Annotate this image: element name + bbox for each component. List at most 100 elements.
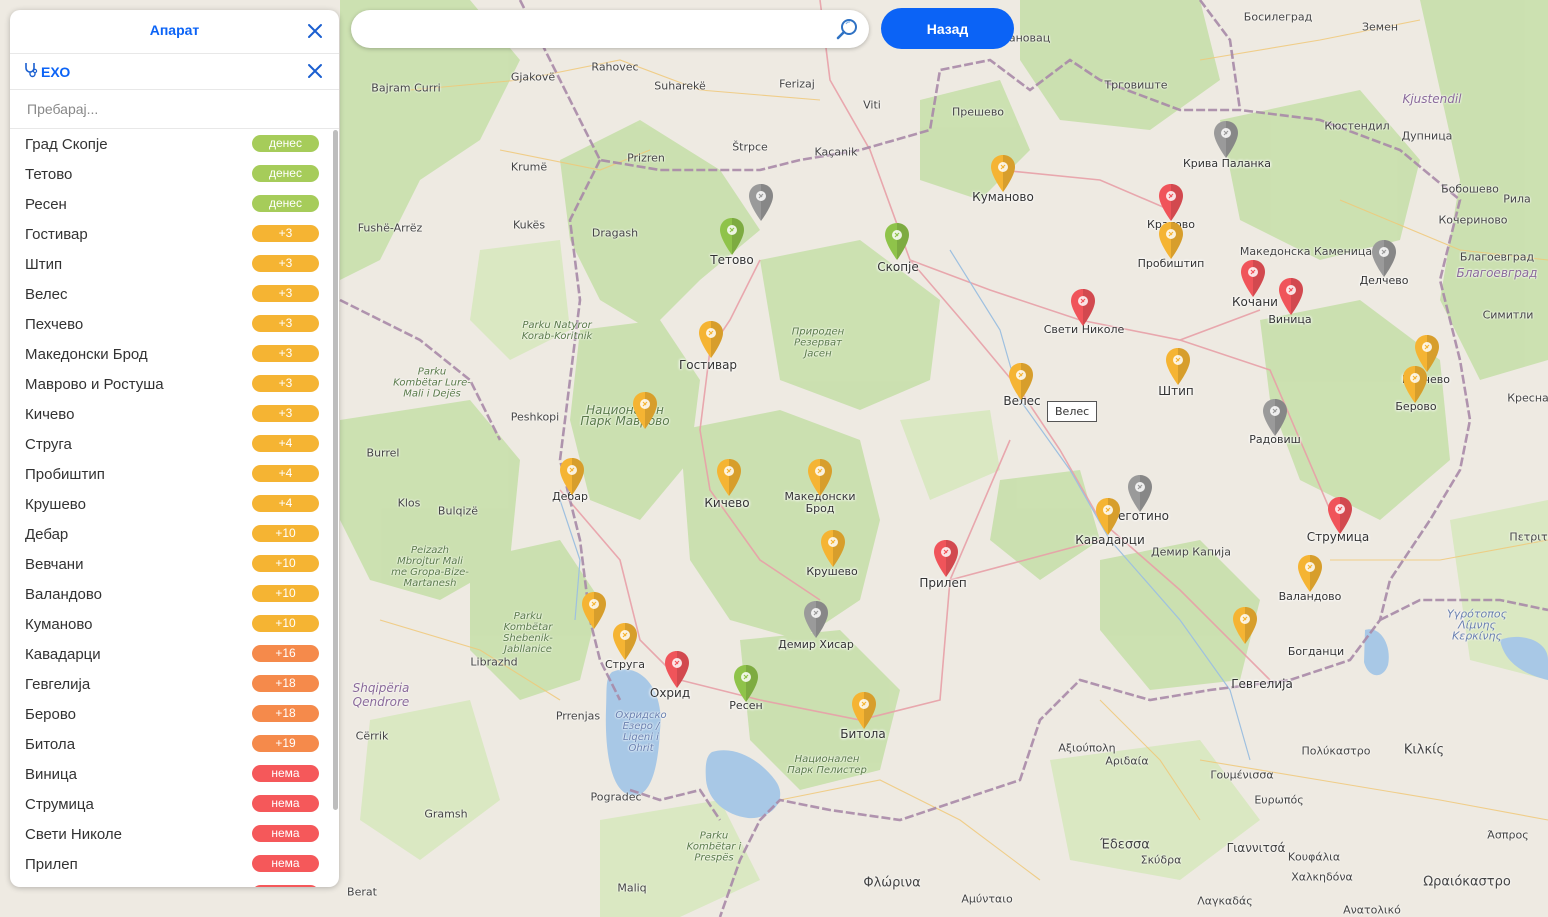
location-name: Прилеп [25, 856, 78, 873]
map-pin-krushevo[interactable] [820, 529, 846, 569]
location-search-input[interactable] [25, 90, 319, 128]
map-pin-resen[interactable] [733, 664, 759, 704]
map-pin-mavrovo[interactable] [632, 391, 658, 431]
list-item[interactable]: Ресен денес [10, 189, 339, 219]
list-item[interactable]: Прилеп нема [10, 849, 339, 879]
park-label: Parku Kombëtar Lure-Mali i Dejës [393, 366, 471, 400]
place-label: Rahovec [591, 60, 639, 74]
place-label: Рила [1503, 192, 1531, 206]
list-item[interactable]: Виница нема [10, 759, 339, 789]
place-label: Klos [397, 496, 421, 510]
list-item[interactable]: Гевгелија +18 [10, 669, 339, 699]
list-item[interactable]: Берово +18 [10, 699, 339, 729]
list-item[interactable]: Свети Николе нема [10, 819, 339, 849]
location-name: Кичево [25, 406, 75, 423]
map-marker-icon [1128, 475, 1152, 512]
place-label: Prizren [627, 151, 665, 165]
place-label: Prrenjas [555, 709, 601, 723]
list-item[interactable]: Крушево +4 [10, 489, 339, 519]
map-pin-radovish[interactable] [1262, 398, 1288, 438]
list-item[interactable]: Штип +3 [10, 249, 339, 279]
map-pin-bitola[interactable] [851, 691, 877, 731]
list-item[interactable]: Куманово +10 [10, 609, 339, 639]
location-name: Струмица [25, 796, 94, 813]
map-pin-kavadarci[interactable] [1095, 497, 1121, 537]
panel-header: Апарат [10, 10, 339, 54]
map-pin-makedonski-brod[interactable] [807, 458, 833, 498]
map-pin-skopje[interactable] [884, 222, 910, 262]
map-pin-shtip[interactable] [1165, 347, 1191, 387]
location-name: Град Скопје [25, 136, 108, 153]
list-item[interactable]: Вевчани +10 [10, 549, 339, 579]
map-pin-gevgelija[interactable] [1232, 606, 1258, 646]
map-pin-valandovo[interactable] [1297, 554, 1323, 594]
map-pin-negotino[interactable] [1127, 474, 1153, 514]
place-label: Благоевград [1459, 250, 1535, 264]
availability-badge: +4 [252, 495, 319, 512]
map-marker-icon [1241, 260, 1265, 297]
map-pin-tetovo[interactable] [719, 217, 745, 257]
filter-label: ЕХО [41, 64, 71, 80]
clear-filter-icon[interactable] [307, 63, 323, 79]
map-pin-demir-hisar[interactable] [803, 600, 829, 640]
list-item[interactable] [10, 879, 339, 887]
place-label: Gjakovë [510, 70, 556, 84]
map-pin-sveti-nikole[interactable] [1070, 288, 1096, 328]
place-label: Έδεσσα [1100, 837, 1150, 853]
availability-badge: +4 [252, 435, 319, 452]
list-item[interactable]: Гостивар +3 [10, 219, 339, 249]
device-filter-row[interactable]: ЕХО [10, 54, 339, 90]
map-pin-tetovo-gray[interactable] [748, 183, 774, 223]
availability-badge: +18 [252, 675, 319, 692]
close-icon[interactable] [307, 23, 323, 39]
list-item[interactable]: Тетово денес [10, 159, 339, 189]
map-pin-prilep[interactable] [933, 539, 959, 579]
map-pin-kichevo[interactable] [716, 458, 742, 498]
list-item[interactable]: Пехчево +3 [10, 309, 339, 339]
map-pin-berovo[interactable] [1402, 365, 1428, 405]
list-item[interactable]: Струмица нема [10, 789, 339, 819]
location-name: Гостивар [25, 226, 88, 243]
map-pin-strumica[interactable] [1327, 496, 1353, 536]
map-pin-gostivar[interactable] [698, 320, 724, 360]
list-item[interactable]: Битола +19 [10, 729, 339, 759]
map-pin-kumanovo[interactable] [990, 154, 1016, 194]
list-item[interactable]: Валандово +10 [10, 579, 339, 609]
map-marker-icon [1263, 399, 1287, 436]
map-pin-kochani[interactable] [1240, 259, 1266, 299]
availability-badge: +19 [252, 735, 319, 752]
list-item[interactable]: Пробиштип +4 [10, 459, 339, 489]
list-item[interactable]: Град Скопје денес [10, 129, 339, 159]
map-pin-veles[interactable] [1008, 362, 1034, 402]
scrollbar[interactable] [333, 130, 338, 810]
map-marker-icon [1009, 363, 1033, 400]
map-pin-struga[interactable] [612, 622, 638, 662]
place-label: Kjustendil [1402, 92, 1462, 106]
map-pin-vevchani[interactable] [581, 591, 607, 631]
place-label: Дупница [1401, 129, 1453, 143]
map-pin-debar[interactable] [559, 457, 585, 497]
map-pin-vinica[interactable] [1278, 277, 1304, 317]
list-item[interactable]: Кавадарци +16 [10, 639, 339, 669]
map-pin-delchevo[interactable] [1371, 239, 1397, 279]
map-pin-ohrid[interactable] [664, 650, 690, 690]
list-item[interactable]: Струга +4 [10, 429, 339, 459]
list-item[interactable]: Велес +3 [10, 279, 339, 309]
map-pin-kriva-palanka[interactable] [1213, 120, 1239, 160]
map-marker-icon [1096, 498, 1120, 535]
region-label: Shqipëria Qendrore [352, 681, 410, 709]
stethoscope-icon [25, 63, 38, 78]
list-item[interactable]: Маврово и Ростуша +3 [10, 369, 339, 399]
place-label: Македонска Каменица [1239, 245, 1373, 258]
list-item[interactable]: Дебар +10 [10, 519, 339, 549]
map-pin-probishtip[interactable] [1158, 221, 1184, 261]
map-search-input[interactable] [369, 10, 833, 48]
place-label: Kukës [512, 218, 546, 232]
search-icon[interactable] [835, 17, 859, 41]
list-item[interactable]: Македонски Брод +3 [10, 339, 339, 369]
location-name: Дебар [25, 526, 69, 543]
place-label: Γιαννιτσά [1226, 841, 1286, 855]
list-item[interactable]: Кичево +3 [10, 399, 339, 429]
back-button[interactable]: Назад [881, 8, 1014, 49]
map-pin-kratovo[interactable] [1158, 183, 1184, 223]
